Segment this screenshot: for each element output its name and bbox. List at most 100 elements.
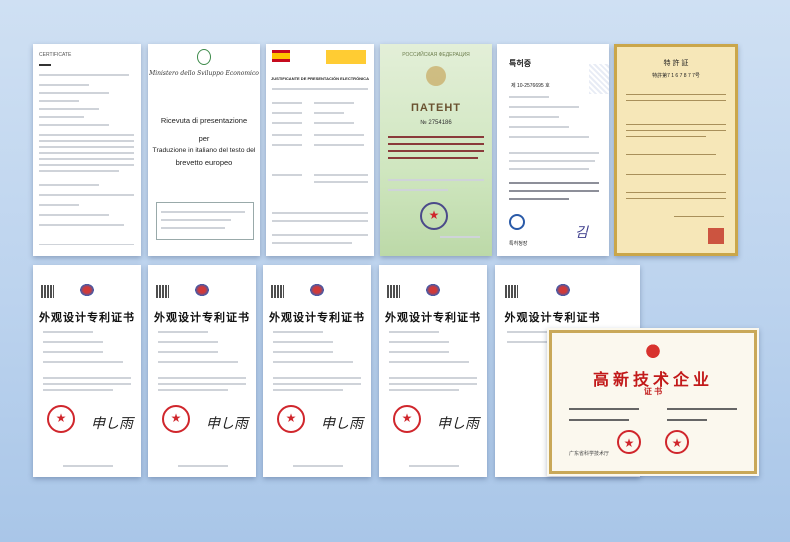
text-line	[39, 244, 134, 245]
text-line	[63, 465, 113, 467]
text-line	[161, 227, 225, 229]
text-line	[158, 331, 208, 333]
spanish-office-logo	[326, 50, 366, 64]
text-line	[388, 150, 484, 152]
text-line	[273, 361, 353, 363]
hightech-emblem-icon	[643, 338, 663, 360]
text-line	[388, 189, 448, 191]
signature: 申し雨	[206, 416, 248, 432]
red-seal-icon	[162, 405, 190, 433]
korean-signature-seal: 김	[575, 225, 588, 241]
red-seal-icon	[47, 405, 75, 433]
text-line	[39, 204, 79, 206]
eagle-emblem-icon	[426, 66, 446, 86]
text-line	[43, 377, 131, 379]
patent-office-logo	[309, 283, 325, 297]
text-line	[272, 144, 302, 146]
text-line	[272, 174, 302, 176]
text-line	[674, 216, 724, 217]
text-line	[39, 100, 79, 102]
text-line	[293, 465, 343, 467]
text-line	[667, 408, 737, 410]
signature: 申し雨	[321, 416, 363, 432]
text-line	[39, 184, 99, 186]
text-line	[509, 198, 569, 200]
text-line	[507, 341, 547, 343]
design-cert-title: 外观设计专利证书	[504, 311, 601, 324]
russian-heading: РОССИЙСКАЯ ФЕДЕРАЦИЯ	[402, 52, 470, 58]
text-line	[409, 465, 459, 467]
italian-ministry-heading: Ministero dello Sviluppo Economico	[149, 70, 259, 77]
text-line	[440, 236, 480, 238]
text-line	[626, 174, 726, 175]
text-line	[161, 211, 245, 213]
text-line	[314, 102, 354, 104]
text-line	[626, 198, 726, 199]
red-seal-icon	[393, 405, 421, 433]
japanese-patent-number: 特許第7 1 6 7 8 7 7号	[652, 73, 700, 79]
text-line	[43, 361, 123, 363]
korean-footer: 특허청장	[509, 241, 528, 247]
text-line	[273, 331, 323, 333]
japanese-heading: 特 許 証	[663, 60, 689, 67]
signature: 申し雨	[437, 416, 479, 432]
qr-code-icon	[41, 285, 54, 298]
italian-emblem-icon	[197, 49, 211, 65]
text-line	[272, 112, 302, 114]
certificate-italian-document: Ministero dello Sviluppo Economico Ricev…	[148, 44, 260, 256]
text-line	[158, 383, 246, 385]
italian-title-line-4: brevetto europeo	[175, 158, 233, 167]
text-line	[43, 331, 93, 333]
text-line	[569, 408, 639, 410]
certificate-english-heading: CERTIFICATE	[39, 52, 72, 58]
text-line	[158, 389, 228, 391]
certificate-russian-document: РОССИЙСКАЯ ФЕДЕРАЦИЯ ПАТЕНТ № 2754186	[380, 44, 492, 256]
russian-patent-number: № 2754186	[420, 120, 452, 126]
text-line	[389, 341, 449, 343]
signature: 申し雨	[91, 416, 133, 432]
text-line	[43, 351, 103, 353]
text-line	[388, 136, 484, 138]
design-cert-title: 外观设计专利证书	[39, 311, 135, 324]
text-line	[39, 194, 134, 196]
text-line	[158, 361, 238, 363]
text-line	[273, 389, 343, 391]
pattern-ornament	[589, 64, 609, 94]
text-line	[161, 219, 231, 221]
russian-seal-icon	[420, 202, 448, 230]
text-line	[39, 134, 134, 136]
text-line	[158, 351, 218, 353]
italian-title-line-1: Ricevuta di presentazione	[160, 116, 248, 125]
text-line	[39, 224, 124, 226]
text-line	[626, 94, 726, 95]
text-line	[39, 152, 134, 154]
italian-title-line-2: per	[198, 134, 210, 143]
text-line	[272, 234, 368, 236]
design-cert-title: 外观设计专利证书	[269, 311, 365, 324]
hightech-seal-icon	[617, 430, 641, 454]
text-line	[39, 116, 84, 118]
japanese-seal-icon	[708, 228, 724, 244]
text-line	[389, 361, 469, 363]
text-line	[43, 383, 131, 385]
italian-title-line-3: Traduzione in italiano del testo del	[152, 147, 256, 154]
text-line	[314, 112, 344, 114]
russian-patent-title: ПАТЕНТ	[410, 102, 462, 114]
text-line	[39, 140, 134, 142]
text-line	[158, 341, 218, 343]
design-cert-title: 外观设计专利证书	[154, 311, 250, 324]
text-line	[272, 212, 368, 214]
text-line	[273, 377, 361, 379]
design-patent-certificate-3: 外观设计专利证书 申し雨	[263, 265, 371, 477]
text-line	[509, 126, 569, 128]
text-line	[39, 64, 51, 66]
qr-code-icon	[271, 285, 284, 298]
text-line	[389, 377, 477, 379]
hightech-seal-icon	[665, 430, 689, 454]
text-line	[626, 154, 716, 155]
design-cert-title: 外观设计专利证书	[385, 311, 481, 324]
qr-code-icon	[387, 285, 400, 298]
text-line	[388, 179, 484, 181]
text-line	[509, 106, 579, 108]
text-line	[158, 377, 246, 379]
